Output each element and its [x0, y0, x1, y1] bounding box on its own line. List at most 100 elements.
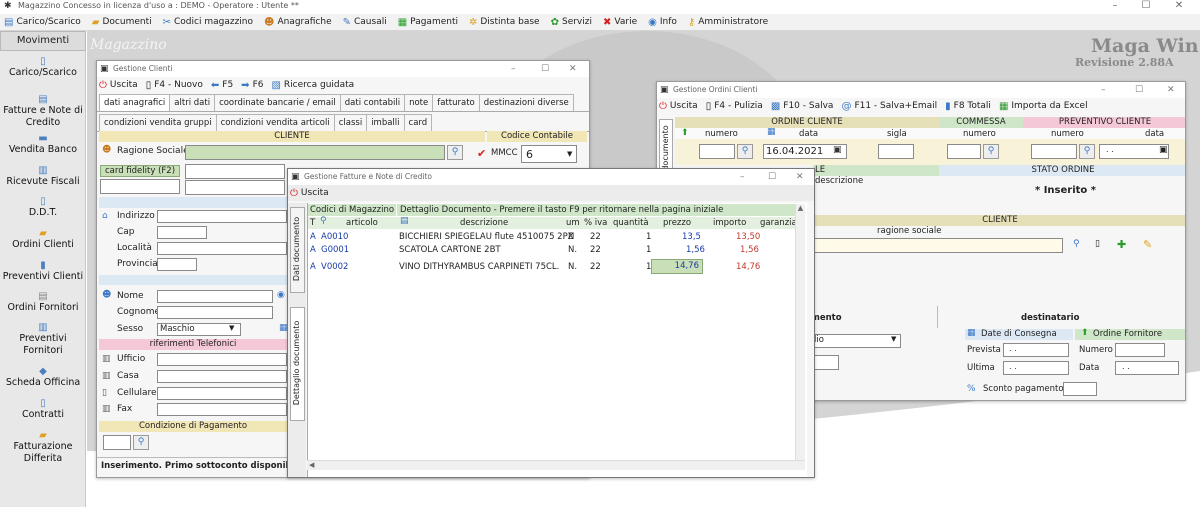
uscita-button[interactable]: ⏻ Uscita — [659, 101, 698, 112]
tab-condizioni-gruppi[interactable]: condizioni vendita gruppi — [99, 114, 217, 131]
nuovo-button[interactable]: ▯ F4 - Nuovo — [146, 80, 203, 91]
close-icon[interactable]: ✕ — [1167, 82, 1175, 98]
search-icon[interactable]: ⚲ — [1079, 144, 1095, 159]
scroll-left-icon[interactable]: ◀ — [307, 461, 805, 469]
menu-distinta-base[interactable]: ✲ Distinta base — [469, 17, 540, 28]
nome-input[interactable] — [157, 290, 273, 303]
tab-dati-contabili[interactable]: dati contabili — [339, 94, 406, 111]
tab-card[interactable]: card — [403, 114, 433, 131]
tab-condizioni-articoli[interactable]: condizioni vendita articoli — [215, 114, 335, 131]
menu-causali[interactable]: ✎ Causali — [343, 17, 387, 28]
maximize-icon[interactable]: ☐ — [768, 169, 776, 185]
calendar-icon[interactable]: ▣ — [833, 145, 842, 155]
card-name-input[interactable] — [185, 164, 285, 179]
chevron-down-icon[interactable]: ▼ — [891, 335, 896, 343]
horizontal-scrollbar[interactable]: ◀ — [307, 460, 805, 470]
menu-servizi[interactable]: ✿ Servizi — [551, 17, 592, 28]
ultima-date-input[interactable]: . . — [1003, 361, 1069, 375]
sidebar-item-ddt[interactable]: ▯ D.D.T. — [0, 196, 86, 219]
uscita-button[interactable]: ⏻ Uscita — [99, 80, 138, 91]
tab-dati-documento[interactable]: Dati documento — [290, 207, 305, 293]
sidebar-item-fatture[interactable]: ▤ Fatture e Note di Credito — [0, 94, 86, 129]
ragione-sociale-input[interactable] — [185, 145, 445, 160]
row-descrizione[interactable]: VINO DITHYRAMBUS CARPINETI 75CL. — [399, 262, 559, 272]
prevista-date-input[interactable]: . . — [1003, 343, 1069, 357]
chevron-down-icon[interactable]: ▼ — [229, 324, 234, 332]
close-icon[interactable]: ✕ — [1164, 0, 1194, 11]
minimize-icon[interactable]: – — [1101, 82, 1106, 98]
sidebar-item-ricevute-fiscali[interactable]: ▥ Ricevute Fiscali — [0, 165, 86, 188]
chevron-down-icon[interactable]: ▼ — [567, 150, 572, 158]
importa-excel-button[interactable]: ▦ Importa da Excel — [999, 101, 1088, 112]
ricerca-guidata-button[interactable]: ▧ Ricerca guidata — [271, 80, 354, 91]
minimize-icon[interactable]: – — [740, 169, 745, 185]
row-prezzo[interactable]: 13,5 — [682, 232, 701, 242]
sidebar-item-scheda-officina[interactable]: ◆ Scheda Officina — [0, 366, 86, 389]
row-descrizione[interactable]: BICCHIERI SPIEGELAU flute 4510075 2PZ — [399, 232, 574, 242]
card-fidelity-input[interactable] — [100, 179, 180, 194]
row-prezzo-active[interactable]: 14,76 — [651, 259, 703, 274]
minimize-icon[interactable]: – — [1100, 0, 1130, 11]
maximize-icon[interactable]: ☐ — [1131, 0, 1161, 11]
menu-varie[interactable]: ✖ Varie — [603, 17, 637, 28]
maximize-icon[interactable]: ☐ — [1135, 82, 1143, 98]
card-fidelity-label[interactable]: card fidelity (F2) — [100, 165, 180, 177]
fax-input[interactable] — [157, 403, 287, 416]
f5-button[interactable]: ⬅ F5 — [211, 80, 233, 91]
vertical-scrollbar[interactable]: ▲ — [795, 204, 805, 460]
provincia-input[interactable] — [157, 258, 197, 271]
row-articolo[interactable]: V0002 — [321, 262, 348, 272]
sconto-input[interactable] — [1063, 382, 1097, 396]
cellulare-input[interactable] — [157, 387, 287, 400]
new-document-icon[interactable]: ▯ — [1095, 239, 1100, 249]
sidebar-item-carico-scarico[interactable]: ▯ Carico/Scarico — [0, 56, 86, 79]
search-icon[interactable]: ⚲ — [447, 145, 463, 160]
menu-amministratore[interactable]: ⚷ Amministratore — [688, 17, 768, 28]
commessa-numero-input[interactable] — [947, 144, 981, 159]
row-prezzo[interactable]: 1,56 — [686, 245, 705, 255]
menu-pagamenti[interactable]: ▦ Pagamenti — [398, 17, 458, 28]
search-icon[interactable]: ⚲ — [737, 144, 753, 159]
edit-icon[interactable]: ✎ — [1143, 238, 1152, 251]
preventivo-numero-input[interactable] — [1031, 144, 1077, 159]
ufficio-input[interactable] — [157, 353, 287, 366]
close-icon[interactable]: ✕ — [569, 61, 577, 77]
menu-carico-scarico[interactable]: ▤ Carico/Scarico — [4, 17, 81, 28]
mezzo-code-input[interactable] — [811, 355, 839, 370]
cap-input[interactable] — [157, 226, 207, 239]
tab-dati-anagrafici[interactable]: dati anagrafici — [99, 94, 171, 111]
ordine-numero-input[interactable] — [699, 144, 735, 159]
sidebar-item-fatturazione-differita[interactable]: ▰ Fatturazione Differita — [0, 430, 86, 465]
cognome-input[interactable] — [157, 306, 273, 319]
localita-input[interactable] — [157, 242, 287, 255]
tab-note[interactable]: note — [404, 94, 434, 111]
search-icon[interactable]: ⚲ — [983, 144, 999, 159]
fornitore-numero-input[interactable] — [1115, 343, 1165, 357]
menu-documenti[interactable]: ▰ Documenti — [92, 17, 152, 28]
sidebar-item-preventivi-fornitori[interactable]: ▥ Preventivi Fornitori — [0, 322, 86, 357]
menu-info[interactable]: ◉ Info — [648, 17, 677, 28]
uscita-button[interactable]: ⏻ Uscita — [290, 188, 329, 199]
indirizzo-input[interactable] — [157, 210, 287, 223]
sidebar-item-contratti[interactable]: ▯ Contratti — [0, 398, 86, 421]
tab-imballi[interactable]: imballi — [366, 114, 405, 131]
row-articolo[interactable]: A0010 — [321, 232, 348, 242]
tab-coordinate-bancarie[interactable]: coordinate bancarie / email — [214, 94, 341, 111]
maximize-icon[interactable]: ☐ — [541, 61, 549, 77]
row-descrizione[interactable]: SCATOLA CARTONE 2BT — [399, 245, 501, 255]
tab-altri-dati[interactable]: altri dati — [169, 94, 216, 111]
pagamento-code-input[interactable] — [103, 435, 131, 450]
tab-classi[interactable]: classi — [333, 114, 368, 131]
search-icon[interactable]: ⚲ — [1073, 239, 1080, 249]
salva-button[interactable]: ▩ F10 - Salva — [771, 101, 834, 112]
f6-button[interactable]: ➡ F6 — [241, 80, 263, 91]
pulizia-button[interactable]: ▯ F4 - Pulizia — [706, 101, 763, 112]
fornitore-data-input[interactable]: . . — [1115, 361, 1179, 375]
mezzo-select[interactable]: lio — [811, 334, 901, 348]
add-icon[interactable]: ✚ — [1117, 238, 1126, 251]
ragione-sociale-input[interactable] — [813, 238, 1063, 253]
calendar-icon[interactable]: ▣ — [1159, 145, 1168, 155]
totali-button[interactable]: ▮ F8 Totali — [945, 101, 991, 112]
salva-email-button[interactable]: @ F11 - Salva+Email — [841, 101, 937, 112]
search-icon[interactable]: ⚲ — [133, 435, 149, 450]
